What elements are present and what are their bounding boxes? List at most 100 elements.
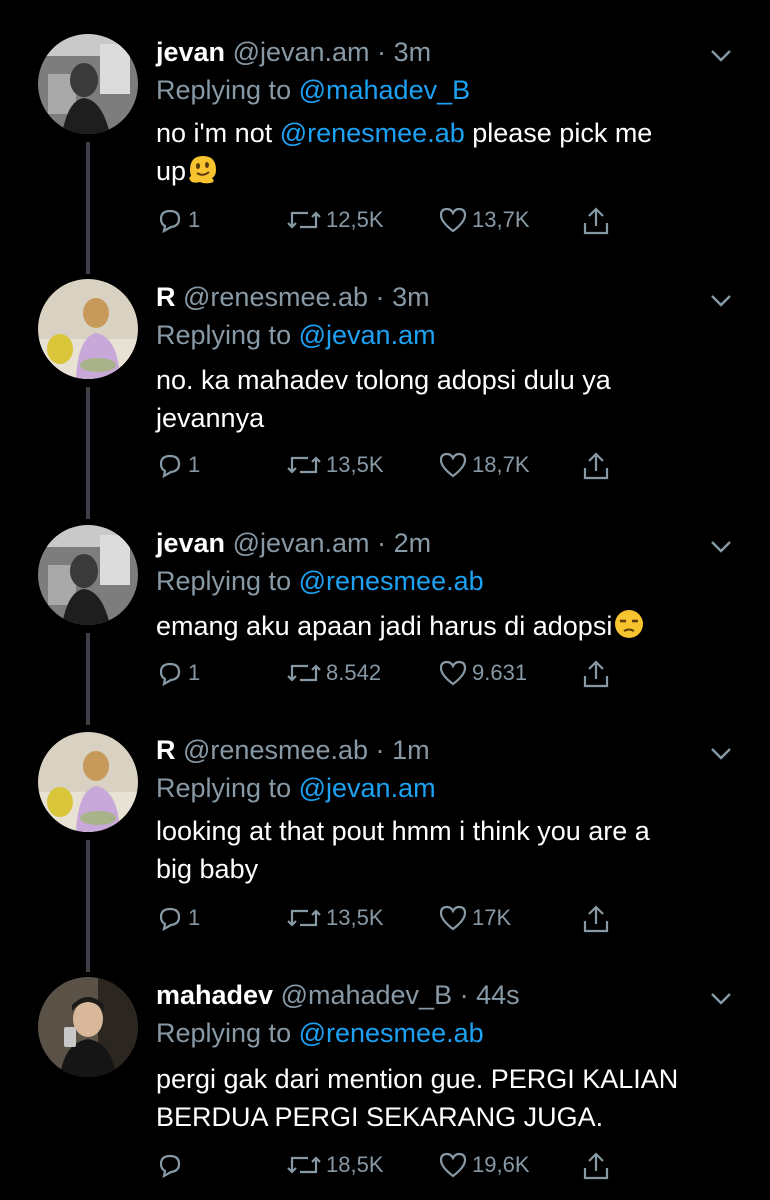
replying-to-label: Replying to bbox=[156, 773, 292, 803]
replying-to: Replying to @jevan.am bbox=[156, 319, 436, 351]
tweet-text-line: BERDUA PERGI SEKARANG JUGA. bbox=[156, 1102, 604, 1132]
separator-dot: · bbox=[377, 37, 387, 67]
reply-mention-link[interactable]: @jevan.am bbox=[299, 320, 436, 350]
chevron-down-icon[interactable] bbox=[708, 287, 734, 313]
avatar[interactable] bbox=[38, 34, 138, 134]
avatar[interactable] bbox=[38, 732, 138, 832]
retweet-count: 13,5K bbox=[326, 905, 384, 930]
share-button[interactable] bbox=[582, 904, 610, 934]
tweet-text-line: looking at that pout hmm i think you are… bbox=[156, 816, 650, 846]
like-button[interactable]: 13,7K bbox=[438, 206, 530, 234]
like-count: 13,7K bbox=[472, 207, 530, 232]
like-button[interactable]: 9.631 bbox=[438, 659, 527, 687]
avatar[interactable] bbox=[38, 525, 138, 625]
heart-icon bbox=[439, 905, 467, 931]
tweet-actions: 1 12,5K 13,7K bbox=[156, 206, 626, 240]
tweet[interactable]: jevan @jevan.am · 3m Replying to @mahade… bbox=[0, 34, 770, 279]
retweet-button[interactable]: 13,5K bbox=[286, 451, 384, 479]
unamused-face-emoji bbox=[615, 610, 644, 638]
username[interactable]: @jevan.am bbox=[233, 37, 370, 67]
reply-button[interactable]: 1 bbox=[156, 451, 200, 479]
username[interactable]: @jevan.am bbox=[233, 528, 370, 558]
chevron-down-icon[interactable] bbox=[708, 985, 734, 1011]
retweet-icon bbox=[287, 1156, 321, 1174]
share-icon bbox=[583, 207, 609, 235]
display-name[interactable]: R bbox=[156, 735, 176, 765]
tweet[interactable]: R @renesmee.ab · 1m Replying to @jevan.a… bbox=[0, 732, 770, 976]
heart-icon bbox=[439, 207, 467, 233]
tweet-text: emang aku apaan jadi harus di adopsi bbox=[156, 607, 736, 645]
like-count: 9.631 bbox=[472, 660, 528, 685]
separator-dot: · bbox=[375, 735, 385, 765]
share-button[interactable] bbox=[582, 451, 610, 481]
reply-count: 1 bbox=[188, 660, 201, 685]
replying-to-label: Replying to bbox=[156, 75, 292, 105]
display-name[interactable]: jevan bbox=[156, 528, 225, 558]
reply-mention-link[interactable]: @mahadev_B bbox=[299, 75, 471, 105]
tweet[interactable]: mahadev @mahadev_B · 44s Replying to @re… bbox=[0, 977, 770, 1200]
timestamp[interactable]: 3m bbox=[394, 37, 432, 67]
reply-mention-link[interactable]: @renesmee.ab bbox=[299, 1018, 484, 1048]
reply-icon bbox=[159, 454, 181, 479]
timestamp[interactable]: 3m bbox=[392, 282, 430, 312]
tweet-text-line: no. ka mahadev tolong adopsi dulu ya bbox=[156, 365, 611, 395]
retweet-count: 13,5K bbox=[326, 452, 384, 477]
timestamp[interactable]: 2m bbox=[394, 528, 432, 558]
tweet[interactable]: jevan @jevan.am · 2m Replying to @renesm… bbox=[0, 525, 770, 731]
retweet-icon bbox=[287, 456, 321, 474]
share-button[interactable] bbox=[582, 206, 610, 236]
heart-icon bbox=[439, 452, 467, 478]
retweet-count: 18,5K bbox=[326, 1152, 384, 1177]
tweet-text-line: jevannya bbox=[156, 403, 265, 433]
like-button[interactable]: 19,6K bbox=[438, 1151, 530, 1179]
separator-dot: · bbox=[375, 282, 385, 312]
replying-to: Replying to @renesmee.ab bbox=[156, 565, 484, 597]
tweet[interactable]: R @renesmee.ab · 3m Replying to @jevan.a… bbox=[0, 279, 770, 524]
like-button[interactable]: 18,7K bbox=[438, 451, 530, 479]
reply-icon bbox=[159, 662, 181, 687]
share-button[interactable] bbox=[582, 1151, 610, 1181]
retweet-button[interactable]: 8.542 bbox=[286, 659, 381, 687]
reply-button[interactable] bbox=[156, 1151, 188, 1179]
separator-dot: · bbox=[377, 528, 387, 558]
tweet-text-segment: up bbox=[156, 156, 187, 186]
retweet-icon bbox=[287, 664, 321, 682]
username[interactable]: @mahadev_B bbox=[281, 980, 453, 1010]
thread-line bbox=[86, 840, 90, 972]
tweet-text-line: big baby bbox=[156, 854, 259, 884]
chevron-down-icon[interactable] bbox=[708, 42, 734, 68]
display-name[interactable]: jevan bbox=[156, 37, 225, 67]
tweet-text-segment: emang aku apaan jadi harus di adopsi bbox=[156, 611, 613, 641]
username[interactable]: @renesmee.ab bbox=[183, 282, 368, 312]
retweet-icon bbox=[287, 909, 321, 927]
retweet-button[interactable]: 18,5K bbox=[286, 1151, 384, 1179]
reply-button[interactable]: 1 bbox=[156, 659, 200, 687]
retweet-button[interactable]: 12,5K bbox=[286, 206, 384, 234]
reply-mention-link[interactable]: @jevan.am bbox=[299, 773, 436, 803]
reply-button[interactable]: 1 bbox=[156, 904, 200, 932]
mention-link[interactable]: @renesmee.ab bbox=[280, 118, 465, 148]
tweet-text-segment: no i'm not bbox=[156, 118, 280, 148]
replying-to-label: Replying to bbox=[156, 320, 292, 350]
reply-button[interactable]: 1 bbox=[156, 206, 200, 234]
tweet-text: no. ka mahadev tolong adopsi dulu ya jev… bbox=[156, 361, 736, 437]
avatar[interactable] bbox=[38, 279, 138, 379]
chevron-down-icon[interactable] bbox=[708, 740, 734, 766]
share-button[interactable] bbox=[582, 659, 610, 689]
timestamp[interactable]: 1m bbox=[392, 735, 430, 765]
tweet-actions: 18,5K 19,6K bbox=[156, 1151, 626, 1185]
avatar[interactable] bbox=[38, 977, 138, 1077]
share-icon bbox=[583, 660, 609, 688]
replying-to: Replying to @renesmee.ab bbox=[156, 1017, 484, 1049]
display-name[interactable]: mahadev bbox=[156, 980, 273, 1010]
separator-dot: · bbox=[459, 980, 469, 1010]
retweet-button[interactable]: 13,5K bbox=[286, 904, 384, 932]
thread-line bbox=[86, 387, 90, 519]
like-button[interactable]: 17K bbox=[438, 904, 511, 932]
heart-icon bbox=[439, 1152, 467, 1178]
timestamp[interactable]: 44s bbox=[476, 980, 520, 1010]
chevron-down-icon[interactable] bbox=[708, 533, 734, 559]
display-name[interactable]: R bbox=[156, 282, 176, 312]
reply-mention-link[interactable]: @renesmee.ab bbox=[299, 566, 484, 596]
username[interactable]: @renesmee.ab bbox=[183, 735, 368, 765]
